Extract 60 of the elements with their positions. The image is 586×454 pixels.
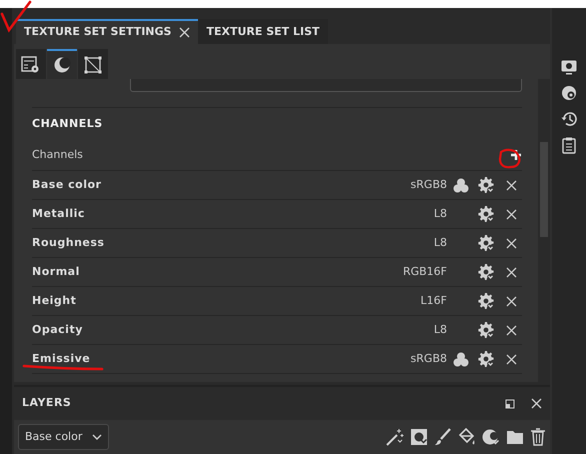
channel-format: sRGB8	[410, 350, 447, 367]
gear-icon[interactable]	[478, 293, 494, 309]
monitor-icon[interactable]	[561, 60, 577, 75]
tab[interactable]: TEXTURE SET SETTINGS	[16, 18, 198, 44]
channel-format: RGB16F	[402, 264, 447, 280]
channel-format: sRGB8	[410, 176, 447, 193]
channel-format: L8	[434, 322, 447, 338]
channel-dropdown[interactable]: Base color	[18, 424, 110, 450]
close-icon[interactable]	[506, 296, 516, 306]
circles-icon[interactable]	[453, 352, 469, 366]
close-icon[interactable]	[506, 238, 516, 248]
close-icon[interactable]	[531, 398, 542, 409]
channel-name: Normal	[32, 264, 81, 280]
clipboard-icon[interactable]	[562, 137, 576, 154]
add-icon[interactable]	[510, 149, 522, 161]
gear-icon[interactable]	[478, 322, 494, 338]
channel-name: Roughness	[32, 234, 106, 251]
square-grid-icon	[84, 56, 102, 74]
close-icon[interactable]	[506, 266, 516, 278]
view-tab[interactable]	[47, 49, 77, 79]
history-icon[interactable]	[560, 111, 578, 127]
fill-layer-icon[interactable]	[410, 428, 428, 446]
channel-format: L8	[434, 206, 447, 222]
channel-format: L16F	[420, 292, 447, 309]
channel-name: Opacity	[32, 322, 84, 338]
channel-name: Base color	[32, 176, 102, 193]
channel-name: Metallic	[32, 206, 86, 222]
close-icon[interactable]	[506, 208, 516, 220]
channel-format: L8	[434, 234, 447, 251]
caret-icon	[92, 434, 102, 440]
brush-icon[interactable]	[434, 428, 452, 446]
scrollbar-thumb[interactable]	[540, 142, 548, 237]
channel-name: Height	[32, 292, 78, 309]
view-tab[interactable]	[78, 49, 108, 79]
wand-icon[interactable]	[386, 428, 404, 446]
circles-icon[interactable]	[453, 178, 469, 192]
mask-icon[interactable]	[482, 428, 500, 446]
folder-icon[interactable]	[506, 429, 524, 445]
delete-icon[interactable]	[530, 428, 546, 446]
close-icon[interactable]	[179, 26, 190, 38]
section-title: CHANNELS	[32, 116, 104, 132]
tab[interactable]: TEXTURE SET LIST	[198, 18, 328, 44]
panel-title: LAYERS	[22, 395, 72, 412]
channel-name: Emissive	[32, 350, 92, 367]
shader-field[interactable]	[130, 79, 522, 92]
gear-icon[interactable]	[478, 177, 494, 193]
channels-label: Channels	[32, 146, 83, 163]
close-icon[interactable]	[506, 324, 516, 336]
circle-annotation	[497, 148, 522, 170]
close-icon[interactable]	[506, 354, 516, 364]
bucket-icon[interactable]	[458, 428, 476, 446]
disc-icon[interactable]	[561, 85, 577, 101]
settings-icon	[21, 56, 41, 74]
float-icon[interactable]	[505, 398, 515, 408]
close-icon[interactable]	[506, 180, 516, 190]
gear-icon[interactable]	[478, 264, 494, 280]
view-tab[interactable]	[16, 49, 46, 79]
gear-icon[interactable]	[478, 206, 494, 222]
gear-icon[interactable]	[478, 351, 494, 367]
gear-icon[interactable]	[478, 235, 494, 251]
